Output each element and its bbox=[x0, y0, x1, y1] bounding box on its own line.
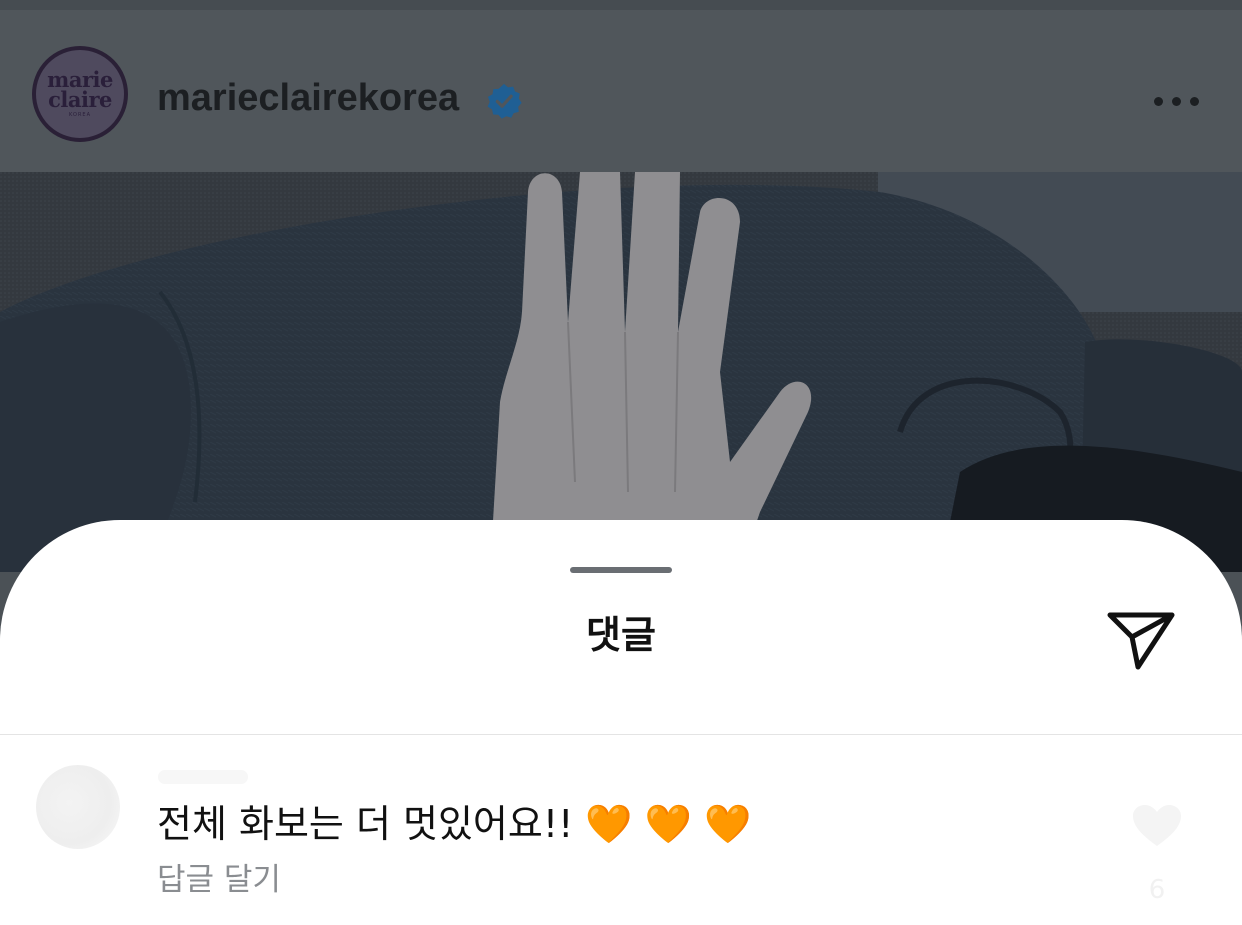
heart-icon[interactable] bbox=[1130, 802, 1184, 850]
sheet-divider bbox=[0, 734, 1242, 735]
post-photo[interactable] bbox=[0, 172, 1242, 572]
more-dot bbox=[1153, 96, 1163, 106]
comments-sheet: 댓글 전체 화보는 더 멋있어요!! 🧡 🧡 🧡 답글 달기 6 bbox=[0, 520, 1242, 925]
more-dot bbox=[1171, 96, 1181, 106]
post-header: marie claire KOREA marieclairekorea bbox=[0, 0, 1242, 172]
comment-avatar[interactable] bbox=[36, 765, 120, 849]
instagram-post-screen: marie claire KOREA marieclairekorea 댓글 전… bbox=[0, 0, 1242, 925]
more-dot bbox=[1189, 96, 1199, 106]
profile-avatar[interactable]: marie claire KOREA bbox=[32, 46, 128, 142]
more-options-icon[interactable] bbox=[1145, 90, 1207, 112]
like-count: 6 bbox=[1148, 875, 1166, 905]
reply-button[interactable]: 답글 달기 bbox=[157, 858, 281, 902]
post-username[interactable]: marieclairekorea bbox=[157, 74, 459, 122]
comment-text: 전체 화보는 더 멋있어요!! 🧡 🧡 🧡 bbox=[157, 802, 752, 846]
sheet-drag-handle[interactable] bbox=[570, 567, 672, 573]
avatar-logo-line2: claire bbox=[48, 87, 112, 112]
verified-badge-icon bbox=[487, 83, 522, 119]
sheet-title: 댓글 bbox=[586, 613, 656, 657]
comment-username-placeholder bbox=[158, 770, 248, 784]
send-icon[interactable] bbox=[1104, 607, 1176, 673]
avatar-logo-sub: KOREA bbox=[69, 112, 91, 118]
